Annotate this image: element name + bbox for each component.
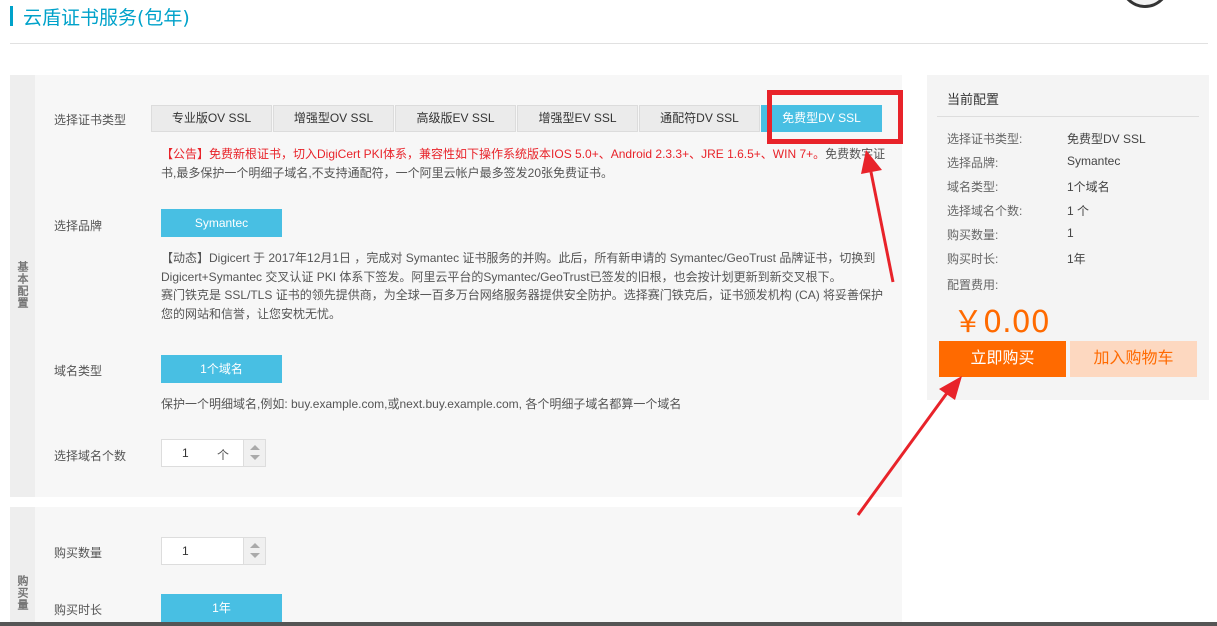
page-title: 云盾证书服务(包年)	[23, 6, 190, 29]
config-price: ￥0.00	[953, 305, 1050, 340]
config-value: 1	[1067, 226, 1074, 240]
stepper-down-icon[interactable]	[250, 553, 260, 558]
tab-enhanced-ov-ssl[interactable]: 增强型OV SSL	[273, 105, 394, 132]
annotation-highlight-box	[767, 90, 903, 144]
brand-symantec-button[interactable]: Symantec	[161, 209, 282, 237]
page: 云盾证书服务(包年) 基本配置 选择证书类型 专业版OV SSL 增强型OV S…	[0, 0, 1217, 626]
quantity-stepper[interactable]: 1	[161, 537, 266, 565]
domain-type-description: 保护一个明细域名,例如: buy.example.com,或next.buy.e…	[161, 397, 682, 411]
config-value: 免费型DV SSL	[1067, 132, 1146, 146]
section-side-label: 基本配置	[16, 261, 28, 309]
section-side-bar: 基本配置	[10, 75, 35, 497]
buy-now-button[interactable]: 立即购买	[939, 341, 1066, 377]
config-value: 1 个	[1067, 204, 1090, 218]
config-value: 1个域名	[1067, 180, 1110, 194]
header-divider	[10, 43, 1208, 44]
cert-type-label: 选择证书类型	[54, 113, 127, 127]
domain-count-value: 1	[182, 446, 189, 460]
config-key: 选择证书类型:	[947, 132, 1023, 146]
brand-desc-line-2: Digicert+Symantec 交叉认证 PKI 体系下签发。阿里云平台的S…	[161, 269, 842, 284]
stepper-up-icon[interactable]	[250, 445, 260, 450]
duration-button[interactable]: 1年	[161, 594, 282, 622]
brand-desc-line-3: 赛门铁克是 SSL/TLS 证书的领先提供商，为全球一百多万台网络服务器提供安全…	[161, 288, 884, 302]
page-header: 云盾证书服务(包年)	[10, 4, 190, 29]
section-side-bar: 购买量	[10, 507, 35, 626]
config-value: 1年	[1067, 252, 1086, 266]
brand-label: 选择品牌	[54, 219, 103, 233]
brand-desc-line-1: 【动态】Digicert 于 2017年12月1日 ，完成对 Symantec …	[161, 251, 876, 265]
stepper-down-icon[interactable]	[250, 455, 260, 460]
notice-text-2: 书,最多保护一个明细子域名,不支持通配符，一个阿里云帐户最多签发20张免费证书。	[161, 165, 614, 180]
config-title: 当前配置	[947, 92, 1000, 107]
bottom-edge	[0, 622, 1217, 626]
config-key: 域名类型:	[947, 180, 999, 194]
domain-type-button[interactable]: 1个域名	[161, 355, 282, 383]
quantity-value: 1	[182, 544, 189, 558]
section-side-label: 购买量	[16, 575, 28, 611]
domain-count-stepper[interactable]: 1 个	[161, 439, 266, 467]
stepper-arrows[interactable]	[243, 440, 265, 466]
cert-type-notice: 【公告】免费新根证书，切入DigiCert PKI体系，兼容性如下操作系统版本I…	[161, 145, 891, 182]
domain-type-label: 域名类型	[54, 364, 103, 378]
stepper-arrows[interactable]	[243, 538, 265, 564]
current-config-panel: 当前配置 选择证书类型: 免费型DV SSL 选择品牌: Symantec 域名…	[927, 75, 1209, 400]
brand-description: 【动态】Digicert 于 2017年12月1日 ，完成对 Symantec …	[161, 249, 891, 323]
config-key: 选择品牌:	[947, 156, 999, 170]
config-key: 购买数量:	[947, 228, 999, 242]
duration-label: 购买时长	[54, 603, 103, 617]
tab-advanced-ev-ssl[interactable]: 高级版EV SSL	[395, 105, 516, 132]
title-accent-bar	[10, 6, 13, 26]
config-key: 选择域名个数:	[947, 204, 1023, 218]
avatar[interactable]	[1120, 0, 1170, 8]
tab-wildcard-dv-ssl[interactable]: 通配符DV SSL	[639, 105, 760, 132]
quantity-label: 购买数量	[54, 546, 103, 560]
purchase-section: 购买量	[10, 507, 902, 626]
config-key: 配置费用:	[947, 278, 999, 292]
brand-desc-line-4: 您的网站和信誉，让您安枕无忧。	[161, 306, 342, 321]
config-key: 购买时长:	[947, 252, 999, 266]
domain-count-label: 选择域名个数	[54, 449, 127, 463]
tab-enhanced-ev-ssl[interactable]: 增强型EV SSL	[517, 105, 638, 132]
add-to-cart-button[interactable]: 加入购物车	[1070, 341, 1197, 377]
tab-pro-ov-ssl[interactable]: 专业版OV SSL	[151, 105, 272, 132]
notice-red-text: 【公告】免费新根证书，切入DigiCert PKI体系，兼容性如下操作系统版本I…	[161, 147, 826, 161]
stepper-up-icon[interactable]	[250, 543, 260, 548]
config-divider	[937, 116, 1199, 117]
notice-text-1: 免费数字证	[825, 147, 886, 161]
domain-count-unit: 个	[217, 448, 230, 462]
config-value: Symantec	[1067, 154, 1121, 168]
